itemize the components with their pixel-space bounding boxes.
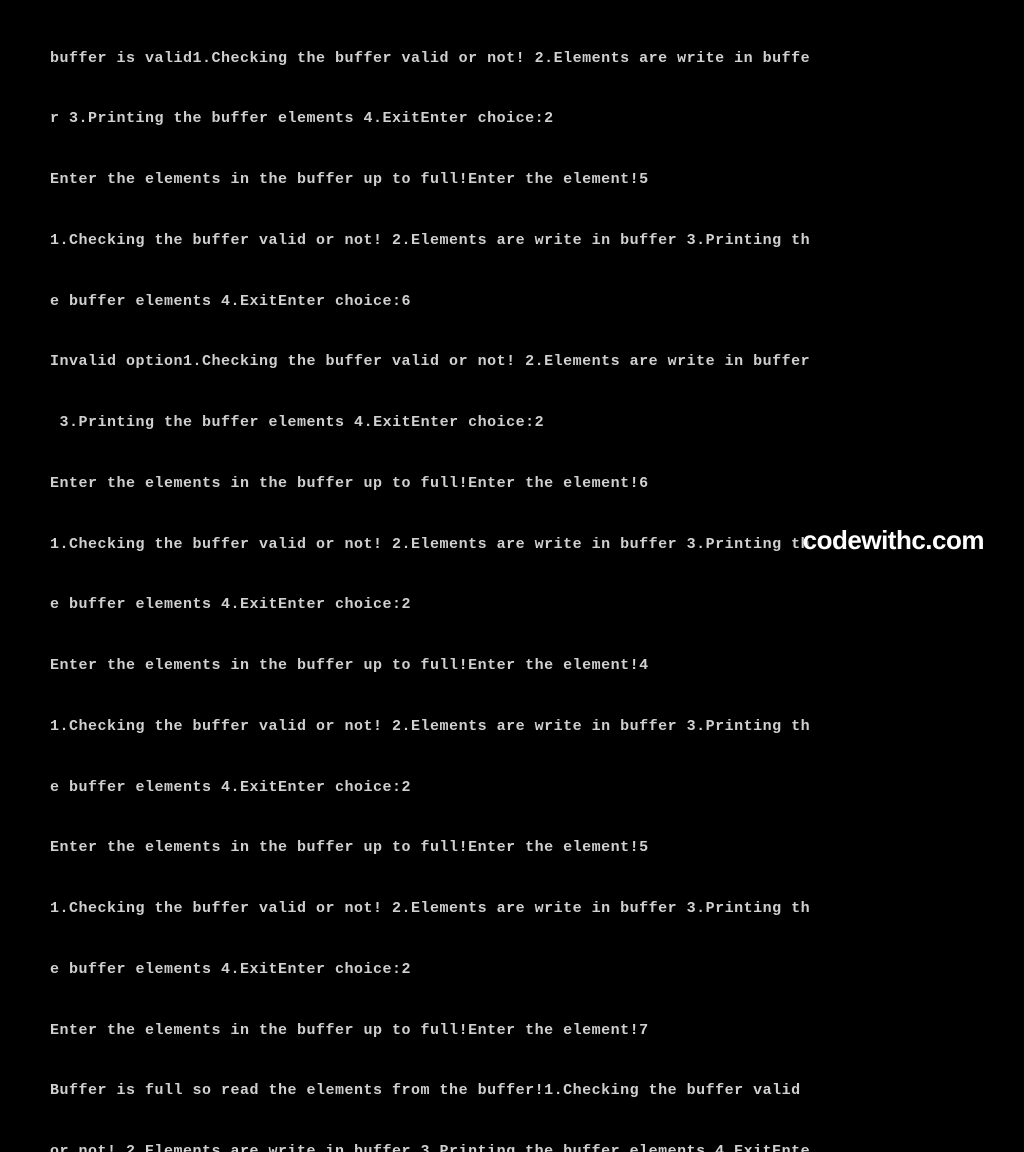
terminal-line: Enter the elements in the buffer up to f…: [50, 838, 974, 858]
terminal-line: 1.Checking the buffer valid or not! 2.El…: [50, 717, 974, 737]
terminal-line: buffer is valid1.Checking the buffer val…: [50, 49, 974, 69]
terminal-line: r 3.Printing the buffer elements 4.ExitE…: [50, 109, 974, 129]
terminal-line: e buffer elements 4.ExitEnter choice:2: [50, 960, 974, 980]
terminal-line: Enter the elements in the buffer up to f…: [50, 1021, 974, 1041]
terminal-output: buffer is valid1.Checking the buffer val…: [50, 8, 974, 1152]
terminal-line: 3.Printing the buffer elements 4.ExitEnt…: [50, 413, 974, 433]
terminal-line: or not! 2.Elements are write in buffer 3…: [50, 1142, 974, 1152]
watermark-text: codewithc.com: [803, 523, 984, 558]
terminal-line: Enter the elements in the buffer up to f…: [50, 170, 974, 190]
terminal-line: 1.Checking the buffer valid or not! 2.El…: [50, 899, 974, 919]
terminal-line: Enter the elements in the buffer up to f…: [50, 656, 974, 676]
terminal-line: Enter the elements in the buffer up to f…: [50, 474, 974, 494]
terminal-line: e buffer elements 4.ExitEnter choice:6: [50, 292, 974, 312]
terminal-line: e buffer elements 4.ExitEnter choice:2: [50, 595, 974, 615]
terminal-line: 1.Checking the buffer valid or not! 2.El…: [50, 231, 974, 251]
terminal-line: Invalid option1.Checking the buffer vali…: [50, 352, 974, 372]
terminal-line: e buffer elements 4.ExitEnter choice:2: [50, 778, 974, 798]
terminal-line: Buffer is full so read the elements from…: [50, 1081, 974, 1101]
